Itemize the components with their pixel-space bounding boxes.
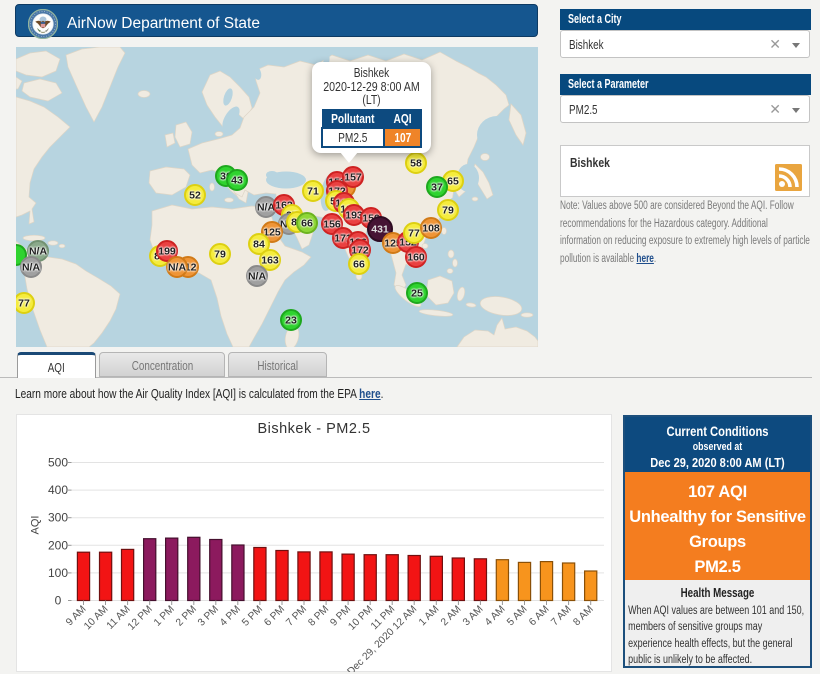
svg-text:0: 0 bbox=[55, 594, 62, 608]
svg-text:65: 65 bbox=[447, 176, 459, 188]
svg-text:71: 71 bbox=[307, 186, 319, 198]
svg-text:66: 66 bbox=[301, 218, 313, 230]
svg-text:66: 66 bbox=[353, 259, 365, 271]
svg-text:8 PM: 8 PM bbox=[306, 604, 331, 629]
svg-text:25: 25 bbox=[411, 288, 423, 300]
svg-text:10 AM: 10 AM bbox=[82, 604, 110, 632]
svg-text:200: 200 bbox=[48, 538, 68, 552]
svg-text:500: 500 bbox=[48, 456, 68, 470]
svg-text:1 AM: 1 AM bbox=[417, 604, 441, 628]
svg-text:160: 160 bbox=[407, 252, 425, 264]
svg-text:100: 100 bbox=[48, 566, 68, 580]
svg-text:431: 431 bbox=[371, 224, 389, 236]
svg-text:5 AM: 5 AM bbox=[505, 604, 529, 628]
svg-text:N/A: N/A bbox=[257, 202, 276, 214]
svg-text:4 AM: 4 AM bbox=[483, 604, 507, 628]
svg-text:7 PM: 7 PM bbox=[284, 604, 309, 629]
svg-text:3 PM: 3 PM bbox=[196, 604, 221, 629]
svg-text:23: 23 bbox=[285, 315, 297, 327]
svg-text:43: 43 bbox=[231, 175, 243, 187]
svg-text:199: 199 bbox=[158, 246, 176, 258]
svg-text:77: 77 bbox=[18, 298, 30, 310]
svg-text:79: 79 bbox=[442, 205, 454, 217]
svg-text:52: 52 bbox=[189, 190, 201, 202]
svg-text:400: 400 bbox=[48, 483, 68, 497]
svg-text:108: 108 bbox=[422, 223, 440, 235]
svg-text:2 PM: 2 PM bbox=[174, 604, 199, 629]
svg-text:2 AM: 2 AM bbox=[439, 604, 463, 628]
svg-text:6 AM: 6 AM bbox=[527, 604, 551, 628]
svg-text:84: 84 bbox=[253, 239, 265, 251]
svg-text:12 PM: 12 PM bbox=[126, 604, 155, 633]
svg-text:300: 300 bbox=[48, 511, 68, 525]
svg-text:6 PM: 6 PM bbox=[262, 604, 287, 629]
svg-text:163: 163 bbox=[261, 255, 279, 267]
svg-text:N/A: N/A bbox=[29, 246, 48, 258]
svg-text:N/A: N/A bbox=[248, 271, 267, 283]
svg-text:157: 157 bbox=[344, 172, 362, 184]
svg-text:37: 37 bbox=[431, 182, 443, 194]
svg-text:1 PM: 1 PM bbox=[152, 604, 177, 629]
svg-text:4 PM: 4 PM bbox=[218, 604, 243, 629]
svg-text:58: 58 bbox=[410, 158, 422, 170]
svg-text:10 PM: 10 PM bbox=[346, 604, 375, 633]
svg-text:7 AM: 7 AM bbox=[549, 604, 573, 628]
svg-text:N/A: N/A bbox=[168, 262, 187, 274]
svg-text:N/A: N/A bbox=[22, 262, 41, 274]
svg-text:5 PM: 5 PM bbox=[240, 604, 265, 629]
svg-text:79: 79 bbox=[214, 249, 226, 261]
svg-text:3 AM: 3 AM bbox=[461, 604, 485, 628]
svg-text:8 AM: 8 AM bbox=[571, 604, 595, 628]
svg-text:77: 77 bbox=[408, 228, 420, 240]
